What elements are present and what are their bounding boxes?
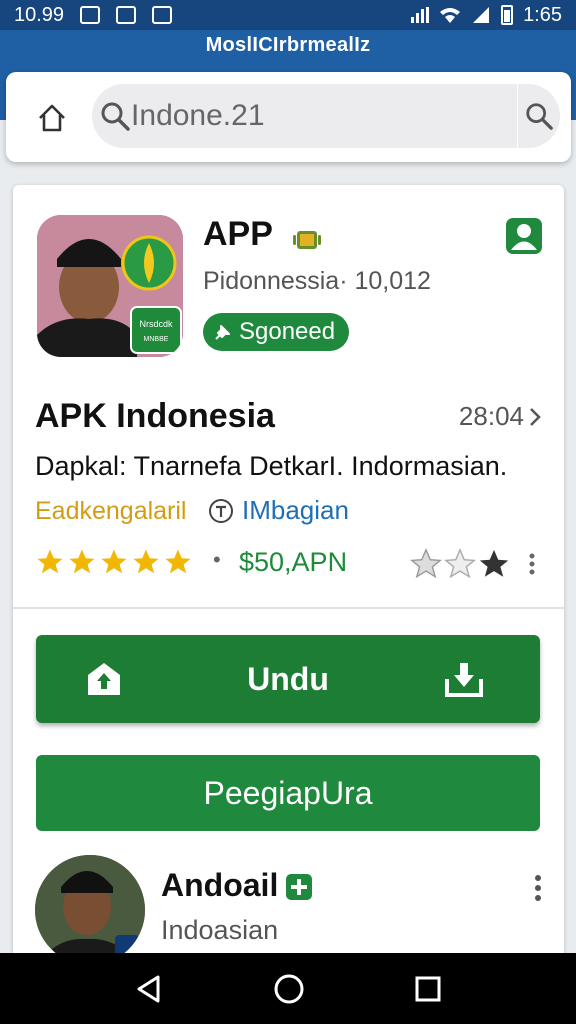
home-button[interactable]: [32, 98, 72, 138]
verified-label: Sgoneed: [239, 318, 336, 345]
star-icon: [165, 549, 191, 574]
apk-name: APK Indonesia: [35, 397, 275, 435]
more-vert-icon[interactable]: [525, 551, 539, 577]
navigation-bar: [0, 953, 576, 1024]
rating-stars: [35, 547, 193, 577]
category-link[interactable]: Eadkengalaril: [35, 497, 187, 526]
star-icon: [69, 549, 95, 574]
apk-time: 28:04: [458, 401, 524, 431]
list-item-subtitle: Indoasian: [161, 915, 279, 945]
status-time-left: 10.99: [14, 3, 65, 26]
app-notification-icon: [152, 6, 173, 24]
message-icon: [116, 6, 137, 24]
chevron-right-icon: [530, 407, 541, 426]
divider: [13, 607, 564, 609]
list-item[interactable]: Andoail Indoasian: [35, 855, 545, 965]
back-icon[interactable]: [134, 974, 164, 1004]
developer-info: Pidonnessia· 10,012: [203, 267, 431, 295]
app-description: Dapkal: Tnarnefa DetkarI. Indormasian.: [35, 451, 508, 481]
cell-signal-icon: [473, 7, 490, 23]
search-submit-icon: [526, 103, 553, 130]
more-vert-icon[interactable]: [531, 873, 545, 903]
star-filled-icon: [479, 549, 509, 577]
separator-dot: •: [213, 547, 221, 572]
search-card: [6, 72, 571, 162]
app-icon[interactable]: Nrsdcdk MNBBE: [37, 215, 183, 357]
upload-icon: [88, 663, 120, 695]
status-time-right: 1:65: [523, 3, 562, 26]
star-icon: [101, 549, 127, 574]
info-tag[interactable]: IMbagian: [208, 495, 349, 526]
info-label: IMbagian: [242, 495, 349, 525]
user-rating-stars[interactable]: [409, 547, 511, 581]
avatar: [35, 855, 145, 965]
add-icon[interactable]: [285, 873, 313, 901]
info-icon: [209, 498, 233, 523]
search-input[interactable]: [131, 99, 518, 133]
svg-text:Nrsdcdk: Nrsdcdk: [139, 319, 173, 329]
app-detail-card: Nrsdcdk MNBBE APP Pidonnessia· 10,012 Sg…: [13, 185, 564, 965]
svg-text:MNBBE: MNBBE: [144, 336, 169, 343]
home-icon: [39, 104, 65, 132]
app-title: APP: [203, 215, 273, 253]
search-icon: [101, 102, 130, 131]
list-item-title: Andoail: [161, 867, 279, 903]
android-icon: [293, 231, 321, 249]
avatar-image: [35, 855, 145, 965]
star-icon: [133, 549, 159, 574]
app-icon-image: Nrsdcdk MNBBE: [37, 215, 183, 357]
status-bar: 10.99 1:65: [0, 0, 576, 30]
secondary-label: PeegiapUra: [203, 774, 373, 811]
app-price: $50,APN: [239, 547, 348, 577]
star-outline-icon: [410, 548, 442, 579]
recents-icon[interactable]: [414, 975, 442, 1003]
notification-icon: [80, 6, 101, 24]
download-button[interactable]: Undu: [36, 635, 540, 723]
secondary-button[interactable]: PeegiapUra: [36, 755, 540, 831]
pin-icon: [215, 325, 230, 340]
download-icon: [445, 663, 483, 697]
battery-icon: [501, 5, 514, 25]
search-bar[interactable]: [92, 84, 560, 148]
wifi-icon: [440, 8, 461, 23]
home-nav-icon[interactable]: [273, 973, 305, 1005]
page-title: MoslICIrbrmealIz: [205, 34, 371, 56]
search-submit-button[interactable]: [518, 101, 560, 131]
profile-icon[interactable]: [505, 217, 543, 255]
download-label: Undu: [247, 660, 329, 697]
verified-badge: Sgoneed: [203, 313, 350, 351]
star-icon: [37, 549, 63, 574]
star-half-icon: [444, 548, 476, 579]
signal-icon: [411, 7, 430, 23]
apk-time-link[interactable]: 28:04: [459, 401, 542, 432]
